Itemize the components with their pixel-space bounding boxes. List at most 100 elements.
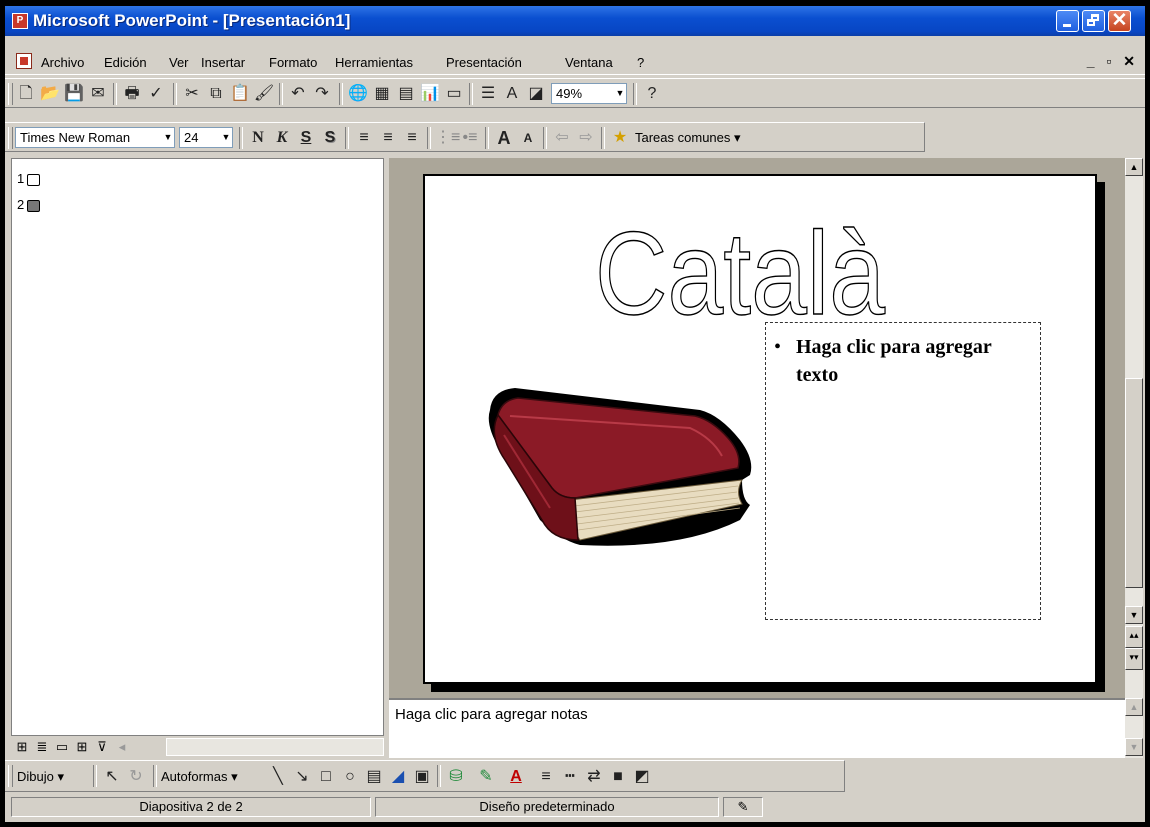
outline-view-icon[interactable]: ≣	[33, 738, 51, 756]
save-icon[interactable]: 💾	[63, 83, 85, 105]
dash-style-icon[interactable]: ┅	[559, 766, 581, 788]
italic-button[interactable]: K	[271, 127, 293, 149]
slide-row-2[interactable]: 2	[17, 197, 41, 212]
hyperlink-icon[interactable]: 🌐	[347, 83, 369, 105]
copy-icon[interactable]: ⧉	[205, 83, 227, 105]
previous-slide-icon[interactable]: ▴▴	[1125, 626, 1143, 648]
cut-icon[interactable]: ✂	[181, 83, 203, 105]
document-window-controls[interactable]: _ ▫ ✕	[1087, 53, 1139, 70]
promote-icon[interactable]: ⇦	[551, 127, 573, 149]
outline-pane[interactable]: 1 2	[11, 158, 384, 736]
align-left-icon[interactable]: ≡	[353, 127, 375, 149]
menu-edicion[interactable]: Edición	[104, 55, 147, 70]
show-formatting-icon[interactable]: A	[501, 83, 523, 105]
redo-icon[interactable]: ↷	[311, 83, 333, 105]
slide-view-icon[interactable]: ▭	[53, 738, 71, 756]
rectangle-icon[interactable]: □	[315, 766, 337, 788]
chevron-down-icon[interactable]: ▼	[219, 127, 233, 148]
print-icon[interactable]: 🖶	[121, 83, 143, 105]
chevron-down-icon[interactable]: ▼	[613, 83, 627, 104]
line-color-icon[interactable]: ✎	[475, 766, 497, 788]
wordart-icon[interactable]: ◢	[387, 766, 409, 788]
menu-ventana[interactable]: Ventana	[565, 55, 613, 70]
numbering-icon[interactable]: ⋮≡	[435, 127, 460, 149]
select-pointer-icon[interactable]: ↖	[101, 766, 123, 788]
menu-archivo[interactable]: Archivo	[41, 55, 84, 70]
arrow-style-icon[interactable]: ⇄	[583, 766, 605, 788]
menu-herramientas[interactable]: Herramientas	[335, 55, 413, 70]
spelling-icon[interactable]: ✓	[145, 83, 167, 105]
slide-canvas[interactable]: Català • Haga clic para agregar texto	[423, 174, 1097, 684]
star-icon[interactable]: ★	[609, 127, 631, 149]
shadow-button[interactable]: S	[319, 127, 341, 149]
align-right-icon[interactable]: ≡	[401, 127, 423, 149]
notes-scrollbar[interactable]: ▲ ▼	[1125, 698, 1143, 758]
arrow-icon[interactable]: ↘	[291, 766, 313, 788]
spelling-status-icon[interactable]: ✎	[723, 797, 763, 817]
notes-pane[interactable]: Haga clic para agregar notas	[389, 698, 1125, 758]
menu-formato[interactable]: Formato	[269, 55, 317, 70]
scroll-thumb[interactable]	[1125, 378, 1143, 588]
font-name-combo[interactable]: Times New Roman	[15, 127, 175, 148]
wordart-title[interactable]: Català	[585, 196, 895, 336]
slide-sorter-icon[interactable]: ⊞	[73, 738, 91, 756]
common-tasks-button[interactable]: Tareas comunes ▾	[635, 130, 741, 146]
normal-view-icon[interactable]: ⊞	[13, 738, 31, 756]
bullets-icon[interactable]: •≡	[459, 127, 481, 149]
open-folder-icon[interactable]: 📂	[39, 83, 61, 105]
text-box-icon[interactable]: ▤	[363, 766, 385, 788]
align-center-icon[interactable]: ≡	[377, 127, 399, 149]
increase-font-icon[interactable]: A	[493, 127, 515, 149]
underline-button[interactable]: S	[295, 127, 317, 149]
draw-menu-button[interactable]: Dibujo ▾	[17, 769, 64, 785]
oval-icon[interactable]: ○	[339, 766, 361, 788]
scroll-up-icon[interactable]: ▲	[1125, 158, 1143, 176]
powerpoint-app-icon[interactable]: P	[12, 13, 28, 29]
tables-borders-icon[interactable]: ▦	[371, 83, 393, 105]
document-icon[interactable]	[16, 53, 32, 69]
new-document-icon[interactable]: 🗋	[15, 83, 37, 105]
new-slide-icon[interactable]: ▭	[443, 83, 465, 105]
insert-table-icon[interactable]: ▤	[395, 83, 417, 105]
restore-button[interactable]	[1082, 10, 1105, 32]
menu-help[interactable]: ?	[637, 55, 644, 70]
decrease-font-icon[interactable]: A	[517, 127, 539, 149]
menu-ver[interactable]: Ver	[169, 55, 189, 70]
scroll-down-icon[interactable]: ▼	[1125, 738, 1143, 756]
help-icon[interactable]: ?	[641, 83, 663, 105]
fill-color-icon[interactable]: ⛁	[445, 766, 467, 788]
scroll-up-icon[interactable]: ▲	[1125, 698, 1143, 716]
format-painter-icon[interactable]: 🖌	[253, 83, 275, 105]
expand-all-icon[interactable]: ☰	[477, 83, 499, 105]
3d-icon[interactable]: ◩	[631, 766, 653, 788]
line-icon[interactable]: ╲	[267, 766, 289, 788]
clipart-icon[interactable]: ▣	[411, 766, 433, 788]
body-text-placeholder[interactable]: • Haga clic para agregar texto	[765, 322, 1041, 620]
bold-button[interactable]: N	[247, 127, 269, 149]
slide-show-icon[interactable]: ⊽	[93, 738, 111, 756]
next-slide-icon[interactable]: ▾▾	[1125, 648, 1143, 670]
paste-icon[interactable]: 📋	[229, 83, 251, 105]
free-rotate-icon[interactable]: ↻	[125, 766, 147, 788]
minimize-button[interactable]	[1056, 10, 1079, 32]
shadow-icon[interactable]: ■	[607, 766, 629, 788]
autoshapes-menu-button[interactable]: Autoformas ▾	[161, 769, 238, 785]
grayscale-icon[interactable]: ◪	[525, 83, 547, 105]
close-button[interactable]: ✕	[1108, 10, 1131, 32]
scroll-left-icon[interactable]: ◂	[113, 738, 131, 756]
demote-icon[interactable]: ⇨	[575, 127, 597, 149]
undo-icon[interactable]: ↶	[287, 83, 309, 105]
slide-row-1[interactable]: 1	[17, 171, 41, 186]
vertical-scrollbar[interactable]: ▲ ▼ ▴▴ ▾▾	[1125, 158, 1143, 698]
book-clipart[interactable]	[480, 380, 760, 560]
insert-chart-icon[interactable]: 📊	[419, 83, 441, 105]
menu-insertar[interactable]: Insertar	[201, 55, 245, 70]
menu-presentacion[interactable]: Presentación	[446, 55, 522, 70]
horizontal-scrollbar[interactable]	[166, 738, 384, 756]
title-bar[interactable]: P Microsoft PowerPoint - [Presentación1]…	[5, 6, 1145, 36]
font-color-icon[interactable]: A	[505, 766, 527, 788]
line-style-icon[interactable]: ≡	[535, 766, 557, 788]
scroll-down-icon[interactable]: ▼	[1125, 606, 1143, 624]
email-icon[interactable]: ✉	[87, 83, 109, 105]
chevron-down-icon[interactable]: ▼	[161, 127, 175, 148]
